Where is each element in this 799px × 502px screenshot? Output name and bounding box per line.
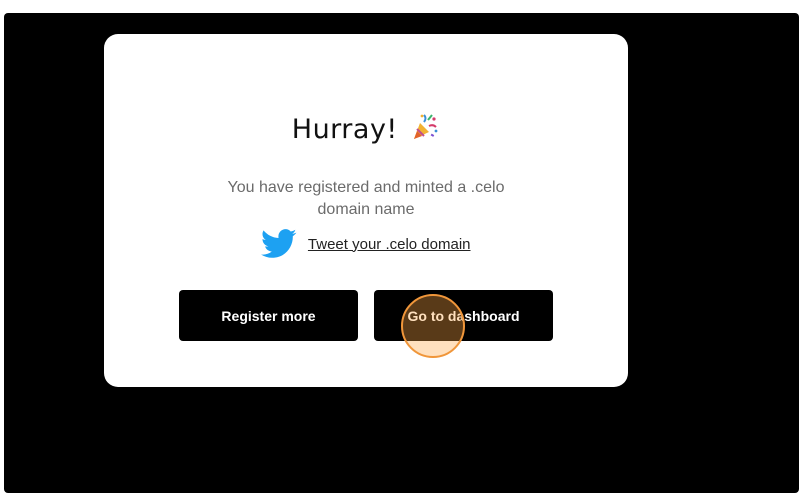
success-message: You have registered and minted a .celo d… [227,179,505,218]
register-more-button[interactable]: Register more [179,290,358,341]
title-row: Hurray! [104,112,628,150]
twitter-icon[interactable] [261,228,297,260]
modal-title: Hurray! [291,114,398,145]
go-to-dashboard-button[interactable]: Go to dashboard [374,290,553,341]
success-modal: Hurray! You have registered and minted a… [104,34,628,387]
tweet-domain-link[interactable]: Tweet your .celo domain [308,236,471,253]
tweet-row[interactable]: Tweet your .celo domain [104,228,628,262]
party-popper-icon [410,112,440,142]
